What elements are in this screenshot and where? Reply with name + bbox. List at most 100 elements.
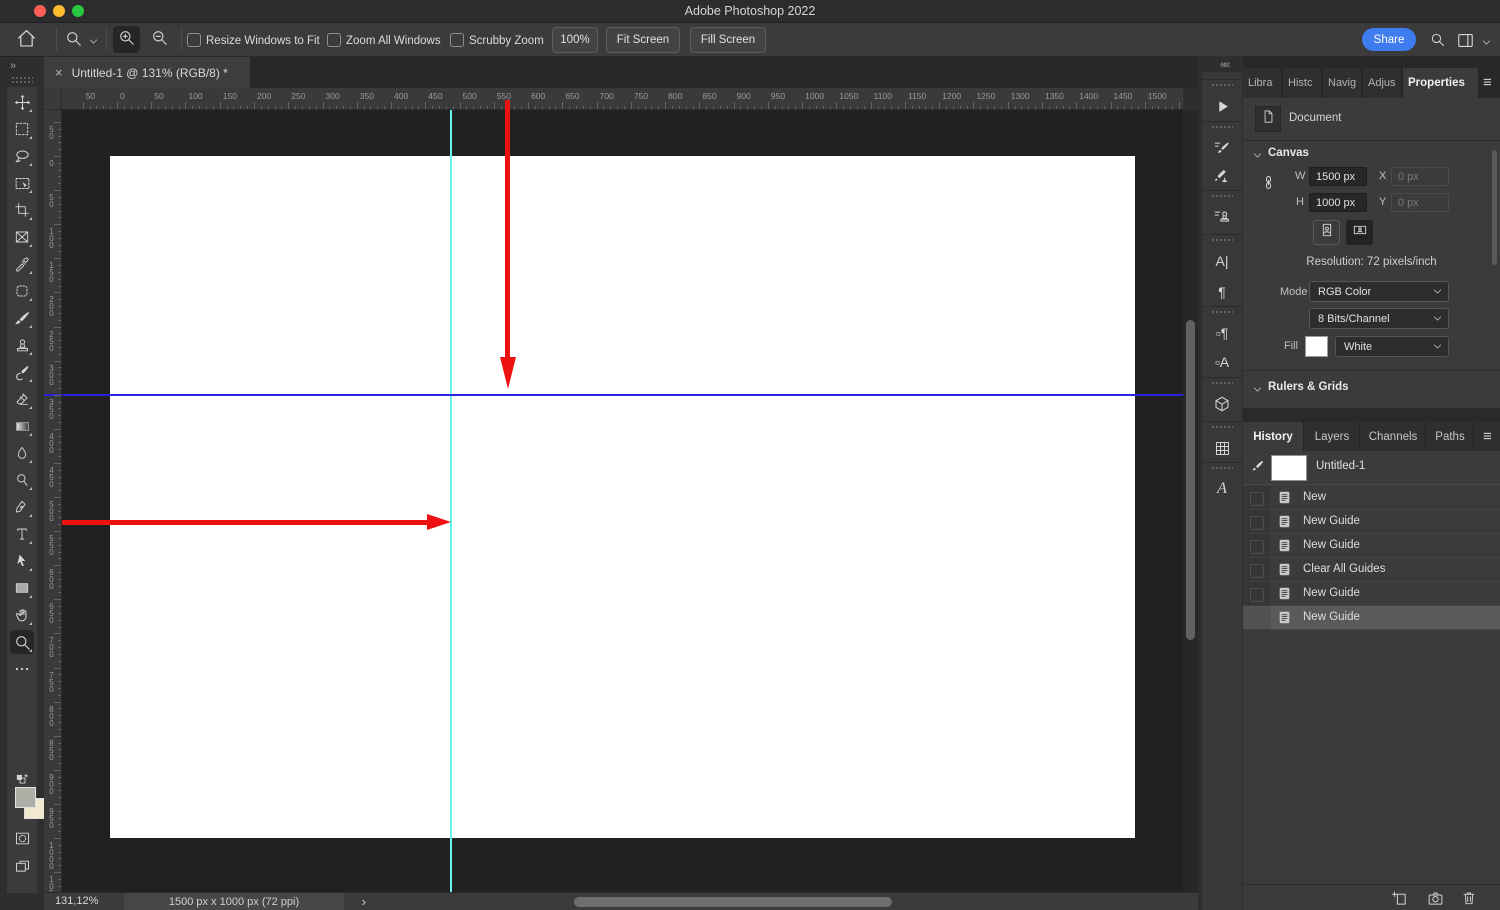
history-brush-tool[interactable]: [10, 360, 34, 384]
history-source-checkbox[interactable]: [1250, 612, 1264, 626]
dodge-tool[interactable]: [10, 468, 34, 492]
history-state-row[interactable]: New Guide: [1243, 582, 1500, 606]
edit-toolbar-button[interactable]: [10, 657, 34, 681]
zoom-percentage-input[interactable]: 100%: [552, 27, 598, 53]
pen-tool[interactable]: [10, 495, 34, 519]
tab-paths[interactable]: Paths: [1427, 422, 1474, 451]
tab-layers[interactable]: Layers: [1305, 422, 1360, 451]
brush-tool[interactable]: [10, 306, 34, 330]
history-brush-source-icon[interactable]: [1250, 459, 1265, 479]
new-document-from-state-icon[interactable]: [1391, 890, 1408, 910]
chevron-down-icon[interactable]: [88, 34, 99, 52]
object-selection-tool[interactable]: [10, 171, 34, 195]
collapse-canvas-icon[interactable]: [1252, 148, 1263, 166]
resize-windows-checkbox[interactable]: [187, 33, 201, 47]
document-canvas[interactable]: [110, 156, 1135, 838]
new-snapshot-icon[interactable]: [1427, 890, 1444, 910]
x-input[interactable]: 0 px: [1391, 167, 1449, 186]
history-state-row[interactable]: New Guide: [1243, 606, 1500, 630]
horizontal-scrollbar-thumb[interactable]: [574, 897, 892, 907]
eyedropper-tool[interactable]: [10, 252, 34, 276]
history-source-checkbox[interactable]: [1250, 588, 1264, 602]
y-input[interactable]: 0 px: [1391, 193, 1449, 212]
tab-history[interactable]: History: [1243, 422, 1304, 451]
rulers-grids-section-header[interactable]: Rulers & Grids: [1268, 381, 1349, 393]
expand-panels-chevrons[interactable]: ««: [1220, 59, 1230, 71]
tab-channels[interactable]: Channels: [1361, 422, 1426, 451]
panel-menu-icon[interactable]: ≡: [1483, 74, 1492, 91]
rectangular-marquee-tool[interactable]: [10, 117, 34, 141]
vertical-scrollbar-thumb[interactable]: [1186, 320, 1195, 640]
bit-depth-dropdown[interactable]: 8 Bits/Channel: [1309, 308, 1449, 329]
fill-screen-button[interactable]: Fill Screen: [690, 27, 766, 53]
landscape-orientation-button[interactable]: [1346, 220, 1373, 245]
history-source-checkbox[interactable]: [1250, 564, 1264, 578]
width-input[interactable]: 1500 px: [1309, 167, 1367, 186]
spot-healing-brush-tool[interactable]: [10, 279, 34, 303]
paragraph-panel[interactable]: ¶: [1211, 281, 1233, 303]
history-state-row[interactable]: New Guide: [1243, 510, 1500, 534]
workspace-switcher-icon[interactable]: [1456, 31, 1475, 55]
screen-mode-icon[interactable]: [10, 857, 34, 881]
character-panel[interactable]: A|: [1211, 250, 1233, 272]
history-source-checkbox[interactable]: [1250, 492, 1264, 506]
status-zoom-level[interactable]: 131,12%: [55, 895, 98, 907]
clone-source-panel[interactable]: [1211, 206, 1233, 228]
gradient-tool[interactable]: [10, 414, 34, 438]
canvas-viewport[interactable]: [62, 110, 1183, 892]
zoom-tool-preset-icon[interactable]: [64, 29, 83, 53]
patterns-panel[interactable]: [1211, 437, 1233, 459]
height-input[interactable]: 1000 px: [1309, 193, 1367, 212]
link-dimensions-icon[interactable]: [1260, 174, 1277, 196]
crop-tool[interactable]: [10, 198, 34, 222]
portrait-orientation-button[interactable]: [1313, 220, 1340, 245]
color-mode-dropdown[interactable]: RGB Color: [1309, 281, 1449, 302]
quick-mask-icon[interactable]: [10, 829, 34, 853]
tab-libra[interactable]: Libra: [1243, 68, 1282, 98]
zoom-out-mode-button[interactable]: [146, 26, 173, 53]
history-snapshot-row[interactable]: Untitled-1: [1243, 451, 1500, 485]
history-state-row[interactable]: New Guide: [1243, 534, 1500, 558]
panel-menu-icon[interactable]: ≡: [1483, 428, 1492, 445]
delete-state-icon[interactable]: [1461, 890, 1477, 910]
fill-dropdown[interactable]: White: [1335, 336, 1449, 357]
vertical-guide[interactable]: [450, 110, 452, 892]
brushes-panel[interactable]: [1211, 166, 1233, 188]
canvas-section-header[interactable]: Canvas: [1268, 147, 1309, 159]
path-selection-tool[interactable]: [10, 549, 34, 573]
tab-adjus[interactable]: Adjus: [1363, 68, 1402, 98]
zoom-in-mode-button[interactable]: [113, 26, 140, 53]
lasso-tool[interactable]: [10, 144, 34, 168]
panel-scrollbar-thumb[interactable]: [1492, 150, 1497, 265]
materials-panel[interactable]: [1211, 393, 1233, 415]
collapse-tools-chevrons[interactable]: »: [10, 60, 16, 72]
tab-navig[interactable]: Navig: [1323, 68, 1362, 98]
horizontal-ruler[interactable]: 50 0 50 100 150 200 250 300 350 400 450 500 550 600 65…: [62, 88, 1183, 110]
scrubby-zoom-checkbox[interactable]: [450, 33, 464, 47]
vertical-ruler[interactable]: 50 0 50 100 150 200 250 300 350 400 450 500 550 600 65…: [44, 110, 62, 892]
rectangle-tool[interactable]: [10, 576, 34, 600]
clone-stamp-tool[interactable]: [10, 333, 34, 357]
foreground-color-swatch[interactable]: [15, 787, 36, 808]
snapshot-thumbnail[interactable]: [1271, 455, 1307, 481]
hand-tool[interactable]: [10, 603, 34, 627]
tab-histc[interactable]: Histc: [1283, 68, 1322, 98]
actions-panel[interactable]: [1211, 95, 1233, 117]
history-source-checkbox[interactable]: [1250, 540, 1264, 554]
horizontal-guide[interactable]: [62, 394, 1183, 396]
close-tab-icon[interactable]: ×: [55, 65, 63, 80]
character-styles-panel[interactable]: ▫A: [1211, 351, 1233, 373]
move-tool[interactable]: [10, 90, 34, 114]
chevron-down-icon[interactable]: [1481, 35, 1492, 53]
collapse-rulers-icon[interactable]: [1252, 382, 1263, 400]
history-state-row[interactable]: New: [1243, 486, 1500, 510]
frame-tool[interactable]: [10, 225, 34, 249]
fill-color-swatch[interactable]: [1305, 336, 1328, 357]
status-chevron-icon[interactable]: ›: [362, 894, 366, 909]
brush-settings-panel[interactable]: [1211, 137, 1233, 159]
home-icon[interactable]: [16, 28, 37, 54]
history-state-row[interactable]: Clear All Guides: [1243, 558, 1500, 582]
history-source-checkbox[interactable]: [1250, 516, 1264, 530]
zoom-tool[interactable]: [10, 630, 34, 654]
tab-properties[interactable]: Properties: [1403, 68, 1479, 98]
